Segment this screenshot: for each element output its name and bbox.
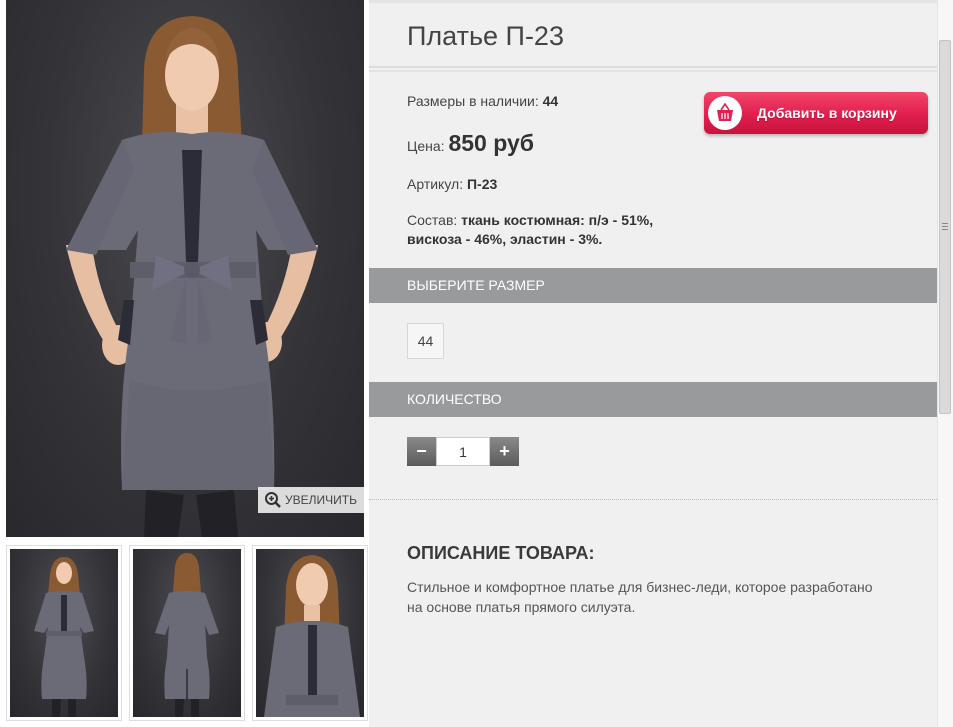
add-to-cart-label: Добавить в корзину [757, 105, 897, 121]
sizes-value: 44 [542, 93, 559, 109]
quantity-increase-button[interactable]: + [490, 437, 519, 466]
zoom-in-icon [265, 492, 281, 508]
composition-label: Состав: [407, 212, 458, 228]
zoom-button[interactable]: УВЕЛИЧИТЬ [258, 487, 364, 513]
thumbnail-back[interactable] [129, 545, 245, 721]
product-info-panel: Платье П-23 Размеры в наличии: 44 Цена: … [369, 0, 937, 727]
section-divider [369, 499, 937, 500]
shopping-basket-icon [708, 96, 742, 130]
thumbnail-closeup[interactable] [252, 545, 368, 721]
thumbnail-back-image [155, 553, 219, 717]
price: Цена: 850 руб [407, 130, 534, 157]
thumbnail-front[interactable] [6, 545, 122, 721]
title-divider [369, 66, 937, 72]
article: Артикул: П-23 [407, 176, 497, 192]
add-to-cart-button[interactable]: Добавить в корзину [704, 92, 928, 134]
title-bar: Платье П-23 [369, 0, 937, 66]
scrollbar-thumb[interactable] [939, 40, 951, 414]
article-label: Артикул: [407, 176, 464, 192]
price-value: 850 руб [448, 130, 534, 156]
quantity-input[interactable] [436, 437, 490, 466]
price-label: Цена: [407, 138, 445, 154]
product-title: Платье П-23 [407, 21, 564, 51]
quantity-decrease-button[interactable]: − [407, 437, 436, 466]
model-front-image [66, 16, 318, 537]
choose-size-header: ВЫБЕРИТЕ РАЗМЕР [369, 268, 937, 303]
sizes-label: Размеры в наличии: [407, 93, 539, 109]
description-title: ОПИСАНИЕ ТОВАРА: [407, 543, 595, 563]
thumbnail-closeup-image [264, 555, 360, 717]
thumbnail-front-image [34, 557, 94, 717]
sizes-available: Размеры в наличии: 44 [407, 93, 558, 109]
size-option-44[interactable]: 44 [407, 323, 444, 359]
article-value: П-23 [466, 176, 498, 192]
description-text: Стильное и комфортное платье для бизнес-… [407, 579, 873, 615]
scrollbar-grip-icon [942, 223, 948, 232]
composition: Состав: ткань костюмная: п/э - 51%, виск… [407, 211, 677, 249]
main-product-photo[interactable]: УВЕЛИЧИТЬ [6, 0, 364, 537]
zoom-button-label: УВЕЛИЧИТЬ [285, 493, 357, 507]
quantity-header: КОЛИЧЕСТВО [369, 382, 937, 417]
